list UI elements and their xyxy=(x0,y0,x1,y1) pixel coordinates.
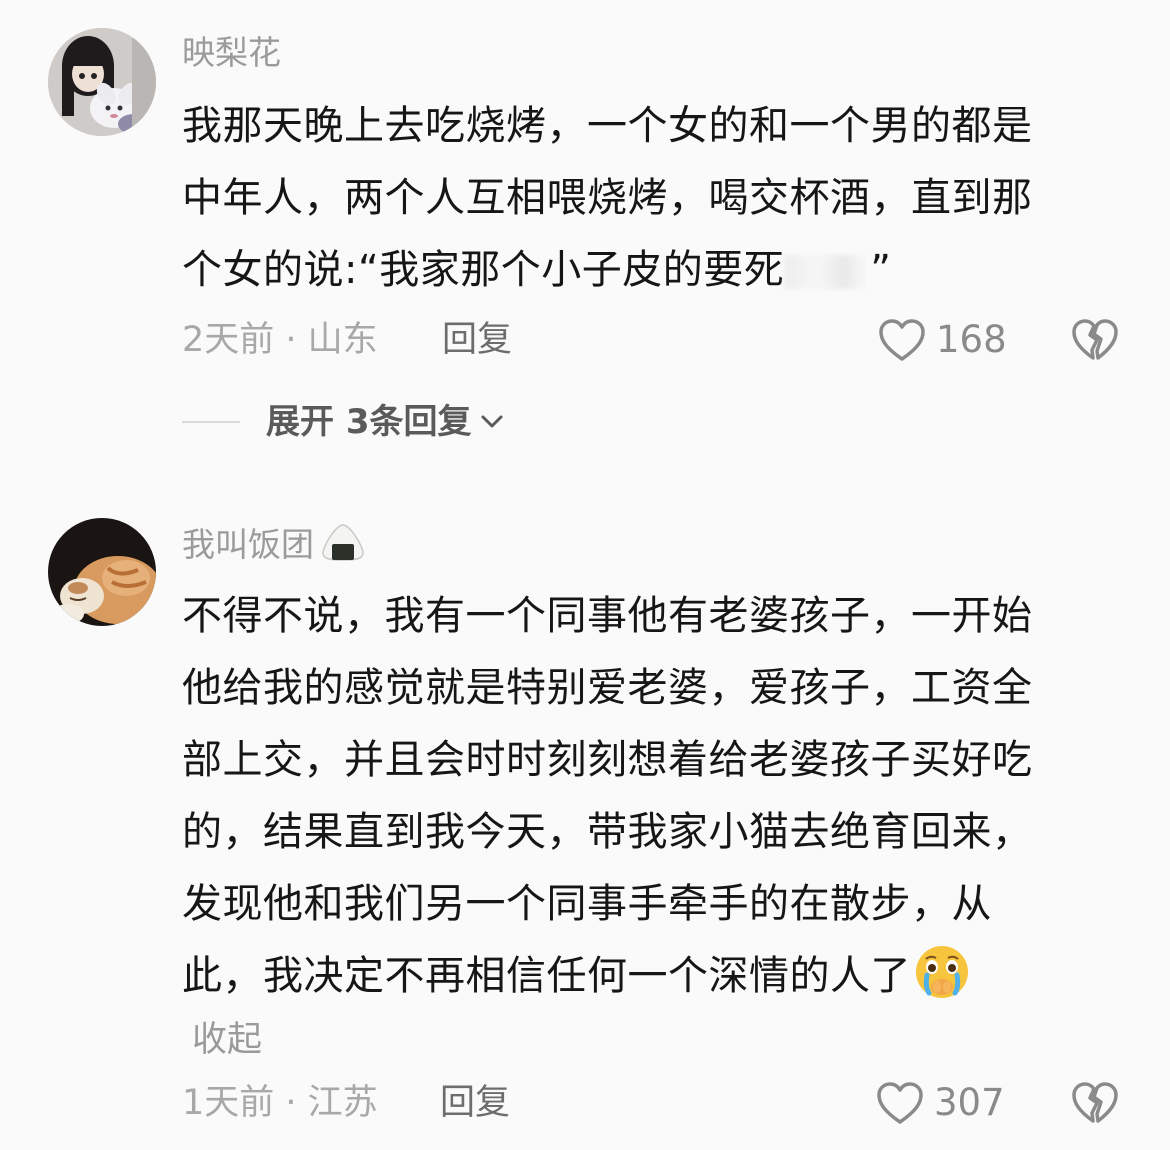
heart-icon xyxy=(879,319,925,361)
anime-doll-avatar-icon xyxy=(48,28,156,136)
username[interactable]: 映梨花 xyxy=(182,31,281,75)
comment-line: 此，我决定不再相信任何一个深情的人了 xyxy=(182,940,1122,1012)
expand-replies-button[interactable]: 展开 3条回复 xyxy=(266,400,504,444)
expand-replies-row: 展开 3条回复 xyxy=(182,400,504,444)
comment-list: 映梨花 我那天晚上去吃烧烤，一个女的和一个男的都是 中年人，两个人互相喂烧烤，喝… xyxy=(0,0,1170,1150)
like-count: 307 xyxy=(934,1081,1005,1124)
like-button[interactable]: 168 xyxy=(878,318,1007,362)
location: 江苏 xyxy=(307,1083,378,1123)
comment-text: 不得不说，我有一个同事他有老婆孩子，一开始 他给我的感觉就是特别爱老婆，爱孩子，… xyxy=(182,580,1122,1012)
chevron-down-icon xyxy=(481,415,502,428)
reply-button[interactable]: 回复 xyxy=(440,1081,510,1125)
like-count: 168 xyxy=(936,318,1007,361)
blurred-text xyxy=(784,255,871,289)
collapse-button[interactable]: 收起 xyxy=(192,1018,262,1062)
comment-line: 我那天晚上去吃烧烤，一个女的和一个男的都是 xyxy=(182,103,1033,149)
dislike-button[interactable] xyxy=(1071,318,1119,366)
sleeping-cat-avatar-icon xyxy=(48,518,156,626)
username-text: 我叫饭团 xyxy=(182,525,314,564)
meta-separator: · xyxy=(274,1083,308,1123)
location: 山东 xyxy=(307,320,378,360)
comment-line: 不得不说，我有一个同事他有老婆孩子，一开始 xyxy=(182,593,1033,639)
avatar[interactable] xyxy=(48,28,156,136)
reply-button[interactable]: 回复 xyxy=(442,318,512,362)
timestamp: 1天前 xyxy=(182,1083,275,1123)
comment-line: 部上交，并且会时时刻刻想着给老婆孩子买好吃 xyxy=(182,737,1033,783)
like-button[interactable]: 307 xyxy=(876,1081,1005,1125)
heart-icon xyxy=(877,1082,923,1124)
comment-meta: 1天前 · 江苏 xyxy=(182,1081,378,1125)
comment-line-text: 此，我决定不再相信任何一个深情的人了 xyxy=(182,953,911,999)
comment-line: 个女的说:“我家那个小子皮的要死 ” xyxy=(182,234,1122,306)
comment-meta: 2天前 · 山东 xyxy=(182,318,378,362)
avatar[interactable] xyxy=(48,518,156,626)
comment-line-text: 个女的说:“我家那个小子皮的要死 xyxy=(182,247,785,293)
broken-heart-icon xyxy=(1072,319,1118,360)
divider xyxy=(182,421,240,423)
comment-line: 发现他和我们另一个同事手牵手的在散步，从 xyxy=(182,881,992,927)
timestamp: 2天前 xyxy=(182,320,275,360)
meta-separator: · xyxy=(274,320,308,360)
crying-face-icon xyxy=(916,946,968,998)
onigiri-icon xyxy=(322,524,364,561)
username[interactable]: 我叫饭团 xyxy=(182,522,366,567)
broken-heart-icon xyxy=(1072,1082,1118,1123)
dislike-button[interactable] xyxy=(1071,1081,1119,1129)
comment-line: 中年人，两个人互相喂烧烤，喝交杯酒，直到那 xyxy=(182,162,1122,234)
closing-quote: ” xyxy=(870,247,892,293)
comment-line: 的，结果直到我今天，带我家小猫去绝育回来， xyxy=(182,809,1033,855)
comment-line: 他给我的感觉就是特别爱老婆，爱孩子，工资全 xyxy=(182,665,1033,711)
comment-line-text: 中年人，两个人互相喂烧烤，喝交杯酒，直到那 xyxy=(182,175,1033,221)
expand-replies-label: 展开 3条回复 xyxy=(266,402,472,442)
comment-text: 我那天晚上去吃烧烤，一个女的和一个男的都是 中年人，两个人互相喂烧烤，喝交杯酒，… xyxy=(182,90,1122,306)
